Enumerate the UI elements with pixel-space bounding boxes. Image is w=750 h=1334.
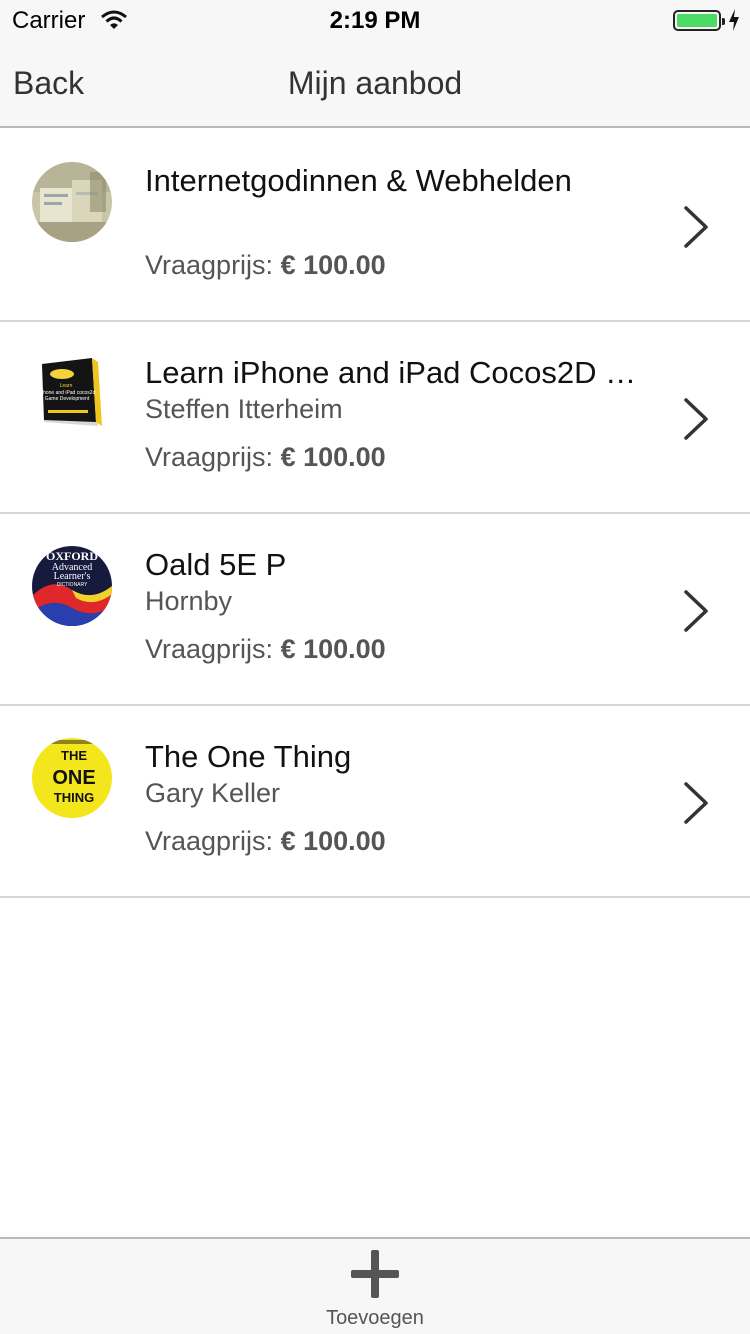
charging-icon [729,9,739,31]
price-label: Vraagprijs: [145,634,274,664]
thumbnail-text: Learn [60,383,73,389]
list-item[interactable]: OXFORD Advanced Learner's DICTIONARY Oal… [0,514,750,706]
price-label: Vraagprijs: [145,250,274,280]
book-cover-thumbnail [32,162,112,242]
status-bar: Carrier 2:19 PM [0,0,750,40]
book-cover-thumbnail: OXFORD Advanced Learner's DICTIONARY [32,546,112,626]
item-title: Oald 5E P [145,547,287,582]
item-title: The One Thing [145,739,352,774]
offer-list: Internetgodinnen & Webhelden Vraagprijs:… [0,130,750,898]
navigation-bar: Back Mijn aanbod [0,40,750,128]
list-item[interactable]: Learn iPhone and iPad cocos2d Game Devel… [0,322,750,514]
price-label: Vraagprijs: [145,826,274,856]
thumbnail-text: OXFORD [46,549,98,563]
battery-icon [673,10,725,31]
list-item[interactable]: THE ONE THING The One Thing Gary Keller … [0,706,750,898]
thumbnail-text: Learner's [54,571,91,582]
add-label: Toevoegen [326,1307,424,1329]
price-label: Vraagprijs: [145,442,274,472]
chevron-right-icon [684,206,708,248]
book-cover-thumbnail: Learn iPhone and iPad cocos2d Game Devel… [32,354,112,434]
thumbnail-text: Game Development [45,396,90,402]
item-price: Vraagprijs: € 100.00 [145,826,386,857]
thumbnail-text: ONE [52,767,95,789]
thumbnail-text: THE [61,748,87,763]
battery-level [677,14,717,27]
price-value: € 100.00 [280,826,386,856]
price-value: € 100.00 [280,634,386,664]
chevron-right-icon [684,590,708,632]
tab-bar: Toevoegen [0,1237,750,1334]
item-price: Vraagprijs: € 100.00 [145,442,386,473]
thumbnail-text: THING [54,790,94,805]
plus-icon [351,1250,399,1298]
item-price: Vraagprijs: € 100.00 [145,250,386,281]
item-author: Hornby [145,586,233,616]
page-title: Mijn aanbod [287,65,463,101]
chevron-right-icon [684,782,708,824]
book-cover-thumbnail: THE ONE THING [32,738,112,818]
item-author: Gary Keller [145,778,281,808]
item-price: Vraagprijs: € 100.00 [145,634,386,665]
item-title: Learn iPhone and iPad Cocos2D Game Devel… [145,355,645,390]
list-item[interactable]: Internetgodinnen & Webhelden Vraagprijs:… [0,130,750,322]
clock: 2:19 PM [329,7,421,34]
item-author: Steffen Itterheim [145,394,343,424]
price-value: € 100.00 [280,442,386,472]
chevron-right-icon [684,398,708,440]
add-button[interactable]: Toevoegen [300,1239,450,1334]
thumbnail-text: DICTIONARY [57,582,88,588]
item-title: Internetgodinnen & Webhelden [145,163,572,198]
price-value: € 100.00 [280,250,386,280]
